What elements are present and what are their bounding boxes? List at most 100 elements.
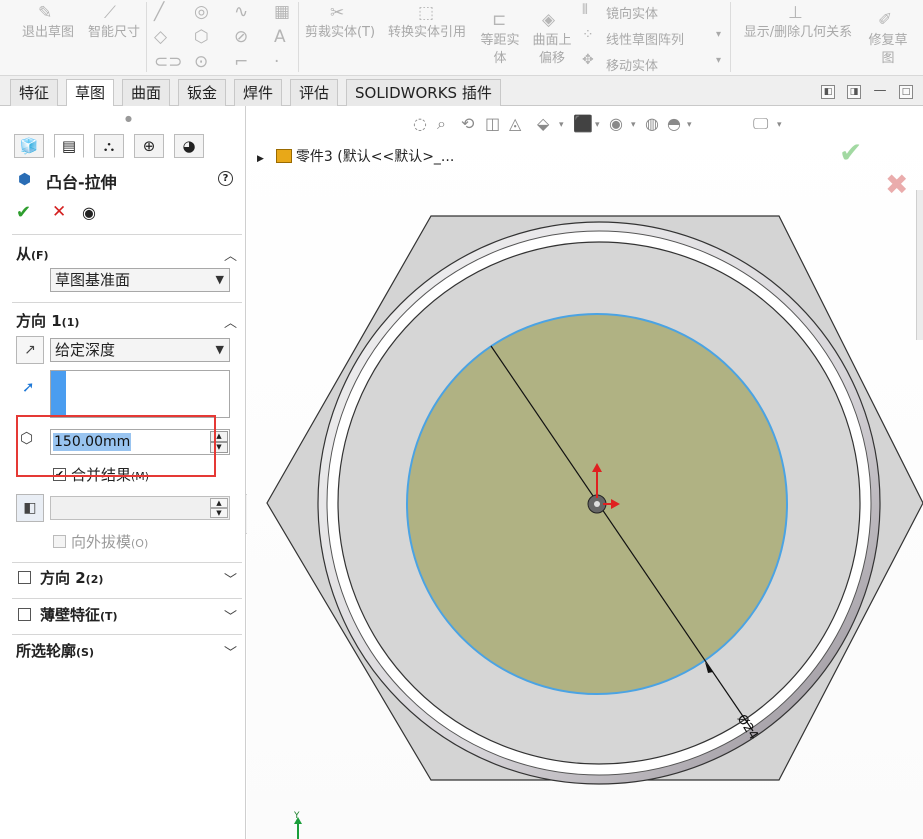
point-icon[interactable]: ⊙ <box>194 52 208 72</box>
text-icon[interactable]: A <box>274 27 286 47</box>
plane-icon[interactable]: ▦ <box>274 2 290 22</box>
divider <box>12 302 242 303</box>
repair-sketch-label-2[interactable]: 图 <box>862 50 914 68</box>
exit-sketch-button[interactable]: 退出草图 <box>18 24 78 42</box>
move-dropdown-icon[interactable]: ▾ <box>716 55 721 66</box>
tab-weldments[interactable]: 焊件 <box>234 79 283 106</box>
ellipse-icon[interactable]: ⊘ <box>234 27 248 47</box>
triad-y-label: Y <box>293 811 300 821</box>
tab-sheet-metal[interactable]: 钣金 <box>178 79 227 106</box>
move-entities-button[interactable]: 移动实体 <box>606 55 658 74</box>
highlight-box <box>16 415 216 477</box>
tab-evaluate[interactable]: 评估 <box>290 79 339 106</box>
ok-check-icon[interactable]: ✔ <box>16 202 31 223</box>
chevron-down-icon[interactable]: ﹀ <box>224 606 237 625</box>
selection-indicator <box>51 371 66 417</box>
command-manager: ✎ 退出草图 ⟋ 智能尺寸 ╱ ◎ ∿ ▦ ◇ ⬡ ⊘ A ⊂⊃ ⊙ ⌐ · ✂… <box>0 0 923 76</box>
chevron-down-icon: ▼ <box>215 273 224 286</box>
repair-sketch-icon: ✐ <box>878 10 893 30</box>
splitter-dot-icon[interactable]: ● <box>125 114 132 123</box>
surface-offset-icon: ◈ <box>542 10 556 30</box>
trim-icon: ✂ <box>330 3 345 23</box>
extrude-feature-icon: ⬢ <box>18 170 32 188</box>
move-icon: ✥ <box>582 52 594 68</box>
end-condition-select[interactable]: 给定深度 ▼ <box>50 338 230 362</box>
selected-contours-section-title[interactable]: 所选轮廓(S) <box>16 640 94 661</box>
from-section-title[interactable]: 从(F) <box>16 243 49 264</box>
chevron-up-icon[interactable]: ︿ <box>224 245 237 264</box>
exit-sketch-icon: ✎ <box>38 3 53 23</box>
draft-outward-label: 向外拔模(O) <box>71 533 149 551</box>
surface-offset-label-1[interactable]: 曲面上 <box>526 32 578 50</box>
maximize-icon[interactable]: □ <box>899 85 913 99</box>
reverse-direction-icon[interactable]: ↗ <box>16 336 44 364</box>
tab-surfaces[interactable]: 曲面 <box>122 79 171 106</box>
offset-entities-label-2[interactable]: 体 <box>474 50 526 68</box>
linear-pattern-icon: ⁘ <box>582 27 594 43</box>
display-manager-tab-icon[interactable]: ◕ <box>174 134 204 158</box>
restore-icon[interactable]: ◧ <box>821 85 835 99</box>
linear-pattern-button[interactable]: 线性草图阵列 <box>606 29 684 48</box>
property-manager-tab-icon[interactable]: ▤ <box>54 134 84 158</box>
line-icon[interactable]: ╱ <box>154 2 164 22</box>
solidworks-window: ✎ 退出草图 ⟋ 智能尺寸 ╱ ◎ ∿ ▦ ◇ ⬡ ⊘ A ⊂⊃ ⊙ ⌐ · ✂… <box>0 0 923 839</box>
dimxpert-tab-icon[interactable]: ⊕ <box>134 134 164 158</box>
tab-addins[interactable]: SOLIDWORKS 插件 <box>346 79 501 106</box>
fillet-icon[interactable]: ⌐ <box>234 52 248 72</box>
preview-eye-icon[interactable]: ◉ <box>82 203 96 222</box>
rectangle-icon[interactable]: ◇ <box>154 27 167 47</box>
thin-feature-checkbox[interactable] <box>18 608 31 621</box>
convert-entities-button[interactable]: 转换实体引用 <box>382 24 472 42</box>
feature-manager-tab-icon[interactable]: 🧊 <box>14 134 44 158</box>
dot-icon[interactable]: · <box>274 52 279 72</box>
chevron-up-icon[interactable]: ︿ <box>224 312 237 331</box>
divider <box>12 234 242 235</box>
property-title: 凸台-拉伸 <box>46 173 117 192</box>
offset-icon: ⊏ <box>492 10 507 30</box>
convert-icon: ⬚ <box>418 3 435 23</box>
model-canvas[interactable]: Ø24 Y <box>247 106 923 839</box>
property-manager: ● 🧊 ▤ ⛬ ⊕ ◕ ⬢ 凸台-拉伸 ? ✔ ✕ ◉ 从(F) ︿ 草图基准面… <box>0 106 256 839</box>
trim-entities-button[interactable]: 剪裁实体(T) <box>302 24 378 42</box>
draft-angle-input[interactable]: ▲ ▼ <box>50 496 230 520</box>
offset-entities-label-1[interactable]: 等距实 <box>474 32 526 50</box>
tab-sketch[interactable]: 草图 <box>66 79 115 107</box>
separator <box>298 2 299 72</box>
thin-feature-section-title[interactable]: 薄壁特征(T) <box>40 604 118 625</box>
direction1-section-title[interactable]: 方向 1(1) <box>16 310 79 331</box>
divider <box>12 562 242 563</box>
draft-outward-checkbox[interactable] <box>53 535 66 548</box>
spin-down-icon[interactable]: ▼ <box>210 508 228 518</box>
circle-icon[interactable]: ◎ <box>194 2 209 22</box>
from-select[interactable]: 草图基准面 ▼ <box>50 268 230 292</box>
slot-icon[interactable]: ⊂⊃ <box>154 52 183 72</box>
mirror-entities-button[interactable]: 镜向实体 <box>606 3 658 22</box>
repair-sketch-label-1[interactable]: 修复草 <box>862 32 914 50</box>
minimize-icon[interactable]: — <box>873 84 887 99</box>
display-delete-relations-button[interactable]: 显示/删除几何关系 <box>736 24 860 42</box>
surface-offset-label-2[interactable]: 偏移 <box>526 50 578 68</box>
divider <box>12 634 242 635</box>
direction-arrow-icon: ➚ <box>22 378 35 396</box>
spin-up-icon[interactable]: ▲ <box>210 498 228 508</box>
mirror-icon: ⫴ <box>582 2 588 18</box>
draft-icon[interactable]: ◧ <box>16 494 44 522</box>
chevron-down-icon: ▼ <box>215 343 224 356</box>
graphics-area[interactable]: ◌ ⌕ ⟲ ◫ ◬ ⬙ ▾ ⬛ ▾ ◉ ▾ ◍ ◓ ▾ 🖵 ▾ ▶ 零件3 (默认… <box>247 106 923 839</box>
chevron-down-icon[interactable]: ﹀ <box>224 642 237 661</box>
smart-dimension-icon: ⟋ <box>104 3 116 23</box>
help-icon[interactable]: ? <box>218 171 233 186</box>
polygon-icon[interactable]: ⬡ <box>194 27 209 47</box>
chevron-down-icon[interactable]: ﹀ <box>224 569 237 588</box>
direction-selection-box[interactable] <box>50 370 230 418</box>
smart-dimension-button[interactable]: 智能尺寸 <box>84 24 144 42</box>
tile-icon[interactable]: ◨ <box>847 85 861 99</box>
pattern-dropdown-icon[interactable]: ▾ <box>716 29 721 40</box>
direction2-section-title[interactable]: 方向 2(2) <box>40 567 103 588</box>
cancel-x-icon[interactable]: ✕ <box>52 202 66 222</box>
direction2-checkbox[interactable] <box>18 571 31 584</box>
relations-icon: ⊥ <box>788 3 803 23</box>
configuration-manager-tab-icon[interactable]: ⛬ <box>94 134 124 158</box>
tab-features[interactable]: 特征 <box>10 79 59 106</box>
spline-icon[interactable]: ∿ <box>234 2 248 22</box>
